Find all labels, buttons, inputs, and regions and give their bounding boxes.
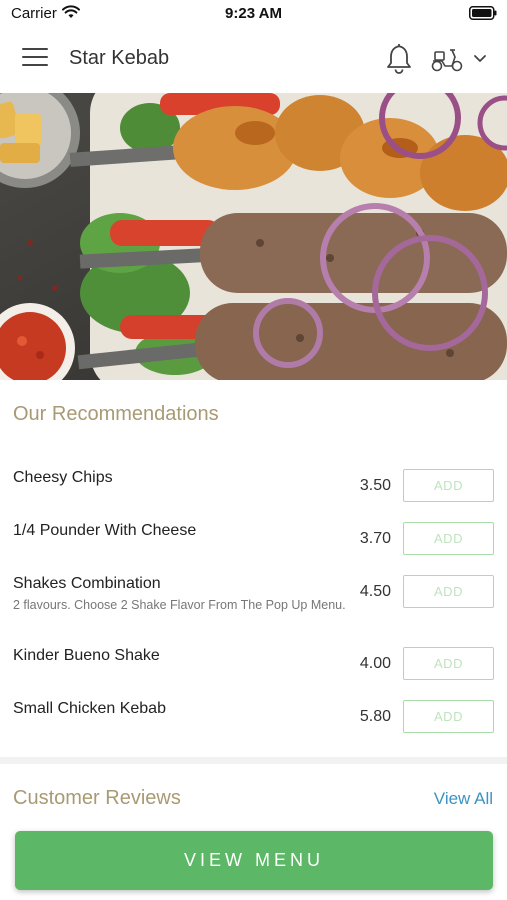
item-price: 3.70 [359, 530, 391, 547]
add-button[interactable]: ADD [403, 647, 494, 680]
add-button[interactable]: ADD [403, 469, 494, 502]
reviews-title: Customer Reviews [13, 787, 181, 809]
item-name: Cheesy Chips [13, 469, 113, 486]
list-item: Cheesy Chips 3.50 ADD [0, 469, 507, 509]
page-title: Star Kebab [69, 47, 170, 69]
section-divider [0, 757, 507, 764]
item-price: 3.50 [359, 477, 391, 494]
view-all-link[interactable]: View All [434, 789, 493, 809]
add-button[interactable]: ADD [403, 700, 494, 733]
status-time: 9:23 AM [225, 5, 282, 22]
recommendations-section: Our Recommendations Cheesy Chips 3.50 AD… [0, 380, 507, 760]
item-price: 4.50 [359, 583, 391, 600]
item-name: Shakes Combination [13, 575, 161, 592]
app-header: Star Kebab [0, 28, 507, 92]
menu-icon[interactable] [22, 48, 48, 70]
hero-image [0, 93, 507, 380]
add-button[interactable]: ADD [403, 575, 494, 608]
list-item: Kinder Bueno Shake 4.00 ADD [0, 647, 507, 687]
add-button[interactable]: ADD [403, 522, 494, 555]
list-item: Small Chicken Kebab 5.80 ADD [0, 700, 507, 740]
item-name: Kinder Bueno Shake [13, 647, 160, 664]
bell-icon[interactable] [384, 41, 414, 75]
scooter-icon[interactable] [430, 45, 464, 73]
item-name: 1/4 Pounder With Cheese [13, 522, 197, 539]
battery-icon [469, 6, 497, 25]
chevron-down-icon[interactable] [472, 52, 488, 66]
view-menu-button[interactable]: VIEW MENU [15, 831, 493, 890]
item-price: 5.80 [359, 708, 391, 725]
status-bar: Carrier 9:23 AM [0, 0, 507, 28]
list-item: Shakes Combination 2 flavours. Choose 2 … [0, 575, 507, 635]
list-item: 1/4 Pounder With Cheese 3.70 ADD [0, 522, 507, 562]
item-price: 4.00 [359, 655, 391, 672]
item-description: 2 flavours. Choose 2 Shake Flavor From T… [13, 598, 346, 612]
item-name: Small Chicken Kebab [13, 700, 166, 717]
recommendations-title: Our Recommendations [13, 403, 219, 425]
